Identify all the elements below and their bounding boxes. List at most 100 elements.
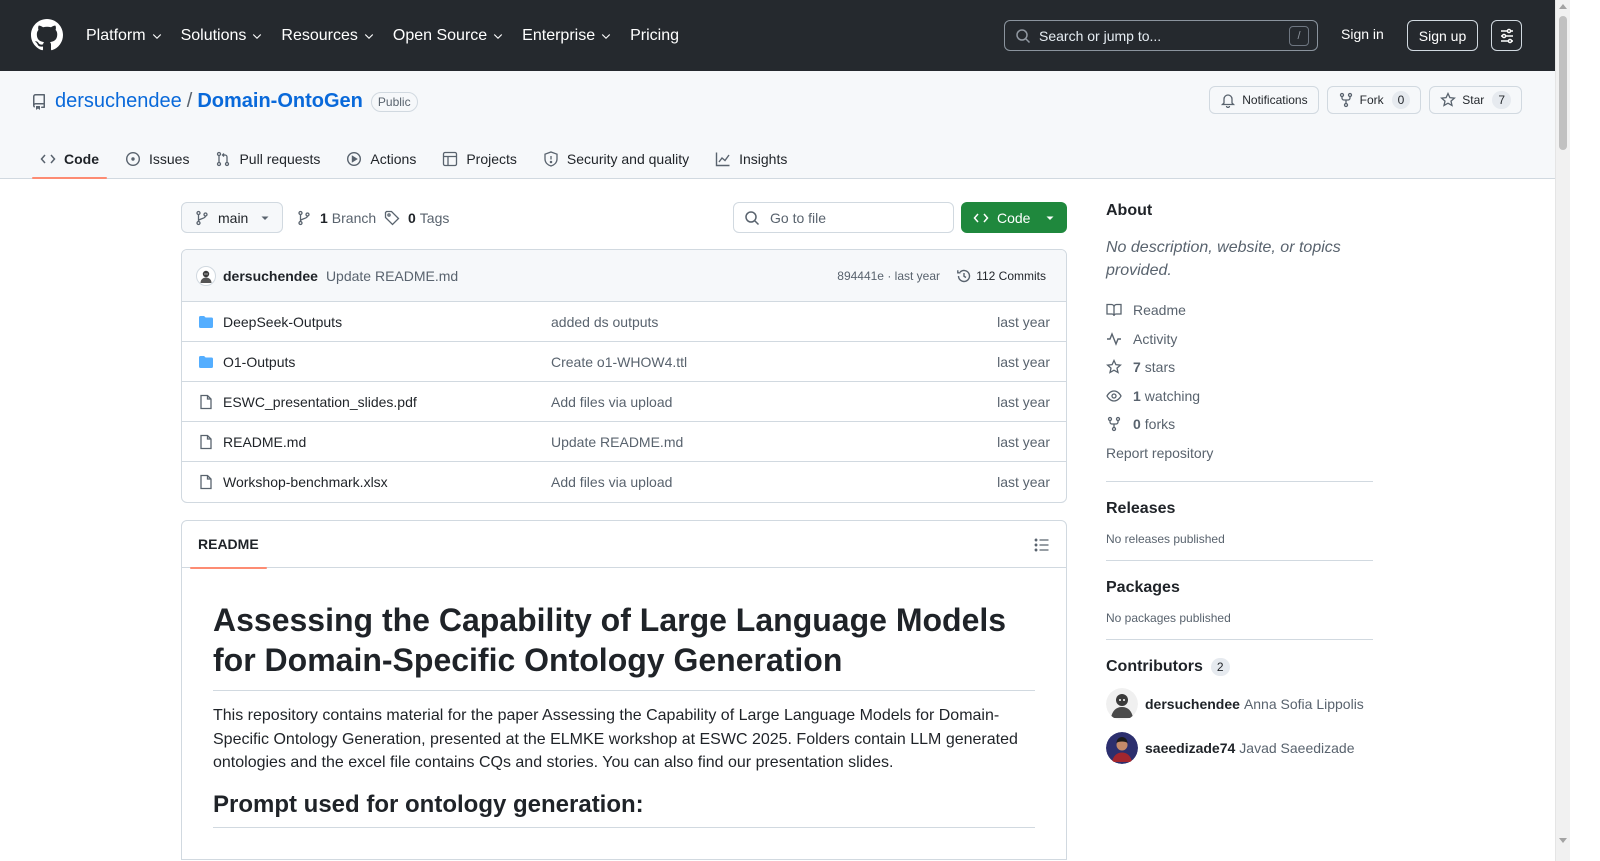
tab-insights[interactable]: Insights: [707, 140, 795, 178]
contributor-item[interactable]: dersuchendee Anna Sofia Lippolis: [1106, 688, 1373, 720]
tab-label: Projects: [466, 151, 517, 167]
readme-body: Assessing the Capability of Large Langua…: [182, 568, 1066, 828]
contributor-avatar-icon: [1106, 688, 1138, 720]
packages-section: Packages No packages published: [1106, 560, 1373, 625]
notifications-button[interactable]: Notifications: [1209, 86, 1319, 114]
file-name-link[interactable]: ESWC_presentation_slides.pdf: [223, 394, 543, 410]
tab-actions[interactable]: Actions: [338, 140, 424, 178]
tags-link[interactable]: 0 Tags: [384, 202, 449, 233]
releases-title[interactable]: Releases: [1106, 500, 1373, 518]
avatar[interactable]: [1106, 688, 1138, 720]
tab-projects[interactable]: Projects: [434, 140, 525, 178]
file-commit-message[interactable]: added ds outputs: [551, 314, 658, 330]
commit-author-link[interactable]: dersuchendee: [223, 268, 318, 284]
file-commit-message[interactable]: Create o1-WHOW4.ttl: [551, 354, 687, 370]
file-commit-time: last year: [997, 474, 1050, 490]
contributor-login: dersuchendee: [1145, 696, 1240, 712]
file-list: dersuchendee Update README.md 894441e · …: [181, 249, 1067, 503]
go-to-file-input[interactable]: Go to file: [733, 202, 954, 233]
repo-name-link[interactable]: Domain-OntoGen: [197, 90, 363, 113]
scrollbar-thumb[interactable]: [1559, 16, 1567, 150]
nav-pricing[interactable]: Pricing: [630, 27, 679, 45]
commit-hash-time[interactable]: 894441e · last year: [837, 269, 940, 283]
contributors-title[interactable]: Contributors: [1106, 658, 1203, 676]
stars-count: 7: [1133, 359, 1141, 376]
table-row: ESWC_presentation_slides.pdf Add files v…: [182, 382, 1066, 422]
readme-header: README: [182, 521, 1066, 569]
about-links: Readme Activity 7 stars 1 watching 0 for…: [1106, 296, 1373, 467]
github-logo-icon[interactable]: [31, 19, 63, 51]
file-commit-time: last year: [997, 313, 1050, 330]
forks-link[interactable]: 0 forks: [1106, 410, 1373, 439]
file-name-link[interactable]: Workshop-benchmark.xlsx: [223, 474, 543, 490]
avatar[interactable]: [1106, 732, 1138, 764]
releases-section: Releases No releases published: [1106, 481, 1373, 546]
nav-label: Open Source: [392, 26, 488, 44]
stars-link[interactable]: 7 stars: [1106, 353, 1373, 382]
commits-history-link[interactable]: 112 Commits: [956, 268, 1046, 284]
file-name-link[interactable]: O1-Outputs: [223, 354, 543, 370]
star-count: 7: [1492, 91, 1511, 109]
pull-request-icon: [217, 151, 230, 167]
code-download-button[interactable]: Code: [961, 202, 1067, 233]
activity-link[interactable]: Activity: [1106, 325, 1373, 354]
page-scrollbar[interactable]: [1555, 0, 1570, 861]
watching-link[interactable]: 1 watching: [1106, 382, 1373, 411]
readme-tab[interactable]: README: [190, 521, 267, 569]
scroll-up-arrow-icon[interactable]: [1559, 4, 1567, 9]
outline-button[interactable]: [1034, 537, 1050, 553]
search-placeholder: Search or jump to...: [1039, 27, 1162, 44]
file-commit-message[interactable]: Add files via upload: [551, 394, 672, 410]
readme-panel: README Assessing the Capability of Large…: [181, 520, 1067, 860]
file-commit-message[interactable]: Update README.md: [551, 434, 683, 450]
tab-issues[interactable]: Issues: [117, 140, 197, 178]
readme-link-label: Readme: [1133, 302, 1186, 319]
nav-enterprise[interactable]: Enterprise: [522, 27, 612, 45]
settings-menu-button[interactable]: [1491, 20, 1522, 51]
watching-label: watching: [1144, 387, 1201, 404]
file-name-link[interactable]: DeepSeek-Outputs: [223, 314, 543, 330]
fork-button[interactable]: Fork 0: [1326, 86, 1422, 114]
scroll-down-arrow-icon[interactable]: [1559, 838, 1567, 843]
readme-link[interactable]: Readme: [1106, 296, 1373, 325]
sign-in-link[interactable]: Sign in: [1341, 26, 1384, 42]
tab-code[interactable]: Code: [32, 140, 107, 179]
nav-open-source[interactable]: Open Source: [393, 27, 504, 45]
tab-security-and-quality[interactable]: Security and quality: [535, 140, 697, 178]
star-button[interactable]: Star 7: [1429, 86, 1522, 114]
triangle-down-icon: [261, 216, 269, 220]
report-repository-link[interactable]: Report repository: [1106, 439, 1373, 468]
tab-pull-requests[interactable]: Pull requests: [207, 140, 328, 178]
global-search-input[interactable]: Search or jump to... /: [1004, 20, 1318, 51]
repo-actions: Notifications Fork 0 Star 7: [1201, 86, 1522, 114]
avatar[interactable]: [196, 265, 216, 286]
nav-resources[interactable]: Resources: [281, 27, 374, 45]
global-nav: Platform Solutions Resources Open Source…: [86, 0, 697, 71]
contributor-item[interactable]: saeedizade74 Javad Saeedizade: [1106, 732, 1373, 764]
releases-empty: No releases published: [1106, 532, 1225, 546]
file-commit-message[interactable]: Add files via upload: [551, 474, 672, 490]
branch-icon: [298, 210, 310, 225]
table-row: O1-Outputs Create o1-WHOW4.ttl last year: [182, 342, 1066, 382]
file-name-link[interactable]: README.md: [223, 434, 543, 450]
nav-solutions[interactable]: Solutions: [181, 27, 264, 45]
folder-icon: [199, 355, 213, 368]
commit-message-link[interactable]: Update README.md: [326, 268, 458, 284]
branch-selector-button[interactable]: main: [181, 202, 283, 233]
branches-link[interactable]: 1 Branch: [296, 202, 376, 233]
tab-label: Code: [64, 151, 99, 167]
repo-path-separator: /: [186, 90, 193, 112]
nav-platform[interactable]: Platform: [86, 27, 163, 45]
sign-up-button[interactable]: Sign up: [1407, 20, 1478, 51]
repo-title: dersuchendee / Domain-OntoGen Public: [31, 90, 418, 113]
packages-title[interactable]: Packages: [1106, 579, 1373, 597]
chevron-down-icon: [601, 33, 611, 39]
file-icon: [200, 434, 212, 449]
table-row: README.md Update README.md last year: [182, 422, 1066, 462]
book-icon: [1106, 304, 1122, 317]
nav-label: Platform: [86, 26, 146, 44]
table-icon: [443, 151, 458, 167]
main-content: main 1 Branch 0 Tags Go to file Code der…: [181, 202, 1067, 860]
chevron-down-icon: [253, 33, 262, 39]
repo-owner-link[interactable]: dersuchendee: [55, 90, 182, 113]
